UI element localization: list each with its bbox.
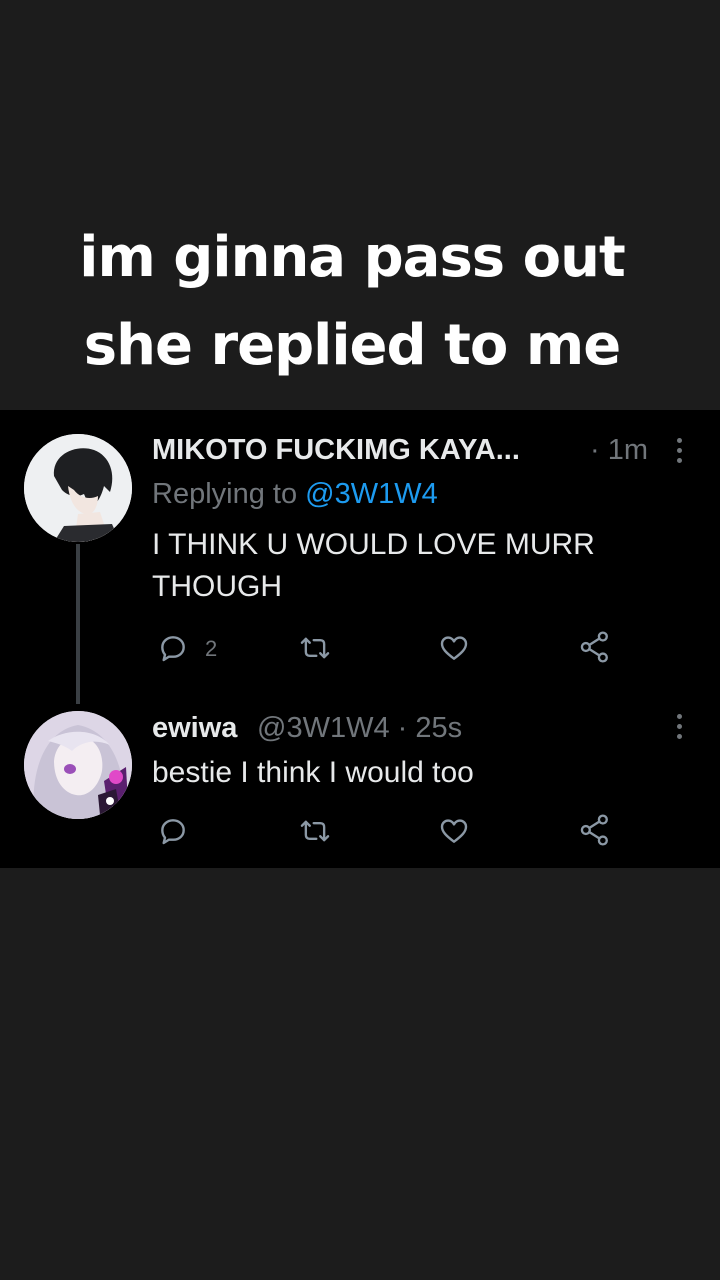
tweet1-text-line-1: I THINK U WOULD LOVE MURR: [152, 528, 595, 561]
tweet1-text-line-2: THOUGH: [152, 570, 282, 603]
avatar-mikoto[interactable]: [24, 434, 132, 542]
tweet1-reply-icon[interactable]: [157, 632, 189, 664]
tweet1-replying-to: Replying to @3W1W4: [152, 478, 438, 511]
tweet1-reply-count: 2: [205, 636, 218, 661]
tweet1-share-icon[interactable]: [579, 630, 611, 664]
tweet1-like-icon[interactable]: [438, 632, 470, 664]
tweet1-timestamp[interactable]: · 1m: [590, 434, 648, 467]
tweet2-like-icon[interactable]: [438, 815, 470, 847]
tweet2-retweet-icon[interactable]: [298, 815, 332, 847]
tweet2-text: bestie I think I would too: [152, 756, 474, 789]
tweet2-more-icon[interactable]: [677, 714, 685, 744]
avatar-ewiwa[interactable]: [24, 711, 132, 819]
caption-line-1: im ginna pass out: [79, 225, 626, 290]
replying-prefix: Replying to: [152, 478, 298, 510]
tweet1-display-name[interactable]: MIKOTO FUCKIMG KAYA...: [152, 434, 520, 467]
tweet2-display-name[interactable]: ewiwa: [152, 712, 237, 745]
tweet1-retweet-icon[interactable]: [298, 632, 332, 664]
tweet-thread-panel: MIKOTO FUCKIMG KAYA... · 1m Replying to …: [0, 410, 720, 868]
tweet2-reply-icon[interactable]: [157, 815, 189, 847]
thread-connector-line: [76, 544, 80, 704]
tweet2-handle-time[interactable]: @3W1W4 · 25s: [257, 712, 462, 745]
replying-handle-link[interactable]: @3W1W4: [305, 478, 438, 510]
caption-line-2: she replied to me: [83, 313, 621, 378]
tweet1-more-icon[interactable]: [677, 438, 685, 468]
tweet2-share-icon[interactable]: [579, 813, 611, 847]
